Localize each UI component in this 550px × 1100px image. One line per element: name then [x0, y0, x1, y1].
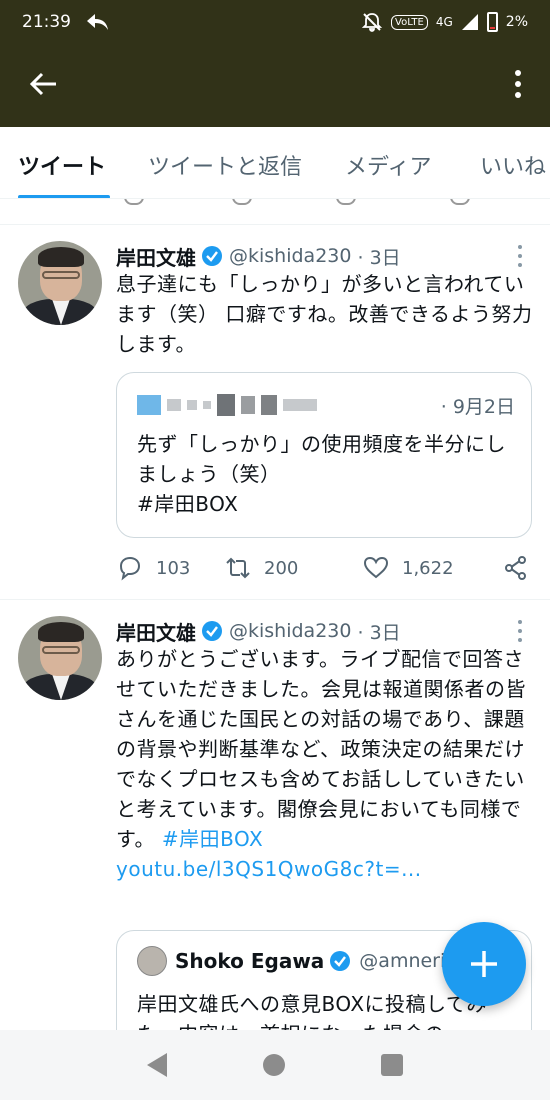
tab-likes[interactable]: いいね: [480, 149, 546, 181]
blurred-author: [137, 394, 317, 416]
author-handle[interactable]: @kishida230: [229, 620, 351, 642]
retweet-icon: [226, 557, 250, 579]
nav-home-icon[interactable]: [263, 1054, 285, 1076]
quote-header: · 9月2日: [137, 391, 515, 419]
nav-back-icon[interactable]: [147, 1053, 167, 1077]
retweet-count: 200: [264, 557, 299, 579]
tweet-time: · 3日: [357, 246, 401, 269]
tweet-hashtag[interactable]: #岸田BOX: [162, 827, 263, 851]
quoted-tweet[interactable]: · 9月2日 先ず「しっかり」の使用頻度を半分にしましょう（笑） #岸田BOX: [116, 372, 532, 538]
network-indicator: 4G: [435, 15, 453, 29]
mute-bell-icon: [361, 13, 383, 32]
quote-time: · 9月2日: [440, 395, 515, 418]
tweet-menu-icon[interactable]: [518, 620, 524, 642]
share-icon: [505, 556, 526, 580]
tweet-text: 息子達にも「しっかり」が多いと言われています（笑） 口癖ですね。改善できるよう努…: [116, 272, 533, 356]
profile-tabs: ツイート ツイートと返信 メディア いいね: [0, 127, 550, 199]
like-icon: [363, 556, 389, 579]
battery-icon: [486, 12, 498, 32]
tweet-time: · 3日: [357, 621, 401, 644]
quote-avatar[interactable]: [137, 946, 167, 976]
reply-arrow-icon: [87, 14, 108, 30]
share-icon: [450, 199, 470, 205]
verified-icon: [202, 246, 222, 266]
tweet[interactable]: 岸田文雄 @kishida230 · 3日 息子達にも「しっかり」が多いと言われ…: [0, 225, 550, 600]
like-icon: [336, 199, 356, 205]
avatar[interactable]: [18, 241, 102, 325]
nav-recents-icon[interactable]: [381, 1054, 403, 1076]
status-time: 21:39: [22, 12, 71, 32]
retweet-button[interactable]: 200: [224, 554, 362, 582]
tweet-header: 岸田文雄 @kishida230 · 3日: [116, 241, 532, 271]
tweet-body: ありがとうございます。ライブ配信で回答させていただきました。会見は報道関係者の皆…: [116, 647, 526, 851]
battery-percent: 2%: [505, 14, 528, 30]
share-button[interactable]: [502, 554, 530, 582]
signal-icon: [461, 14, 478, 30]
reply-count: 103: [156, 557, 191, 579]
reply-icon: [124, 199, 144, 205]
quote-hashtag[interactable]: #岸田BOX: [137, 492, 238, 516]
system-nav-bar: [0, 1030, 550, 1100]
reply-icon: [119, 556, 141, 581]
verified-icon: [330, 951, 351, 971]
tab-tweets-and-replies[interactable]: ツイートと返信: [148, 149, 302, 181]
author-handle[interactable]: @kishida230: [229, 245, 351, 267]
like-button[interactable]: 1,622: [362, 554, 502, 582]
avatar[interactable]: [18, 616, 102, 700]
volte-indicator: VoLTE: [391, 14, 428, 30]
retweet-icon: [232, 199, 252, 205]
tweet-text: ありがとうございます。ライブ配信で回答させていただきました。会見は報道関係者の皆…: [116, 644, 536, 884]
status-bar: 21:39 VoLTE 4G 2%: [0, 0, 550, 44]
author-name[interactable]: 岸田文雄: [116, 242, 196, 271]
compose-tweet-button[interactable]: [442, 922, 526, 1006]
reply-button[interactable]: 103: [116, 554, 224, 582]
more-vert-icon[interactable]: [514, 66, 522, 102]
quote-text: 先ず「しっかり」の使用頻度を半分にしましょう（笑） #岸田BOX: [137, 429, 515, 519]
tweet-menu-icon[interactable]: [518, 245, 524, 267]
compose-plus-icon: [471, 951, 497, 977]
quote-text-main: 先ず「しっかり」の使用頻度を半分にしましょう（笑）: [137, 432, 506, 486]
tweet-link[interactable]: youtu.be/l3QS1QwoG8c?t=...: [116, 854, 536, 884]
author-name[interactable]: 岸田文雄: [116, 617, 196, 646]
quote-author-name[interactable]: Shoko Egawa: [175, 949, 324, 973]
back-arrow-icon[interactable]: [26, 66, 62, 102]
tab-media[interactable]: メディア: [345, 149, 431, 181]
tab-tweets[interactable]: ツイート: [18, 149, 106, 181]
like-count: 1,622: [402, 557, 454, 579]
previous-tweet-tail: [0, 199, 550, 225]
verified-icon: [202, 621, 222, 641]
tweet-header: 岸田文雄 @kishida230 · 3日: [116, 616, 532, 646]
tweet-actions: 103 200 1,622: [116, 553, 536, 583]
app-bar: [0, 44, 550, 127]
